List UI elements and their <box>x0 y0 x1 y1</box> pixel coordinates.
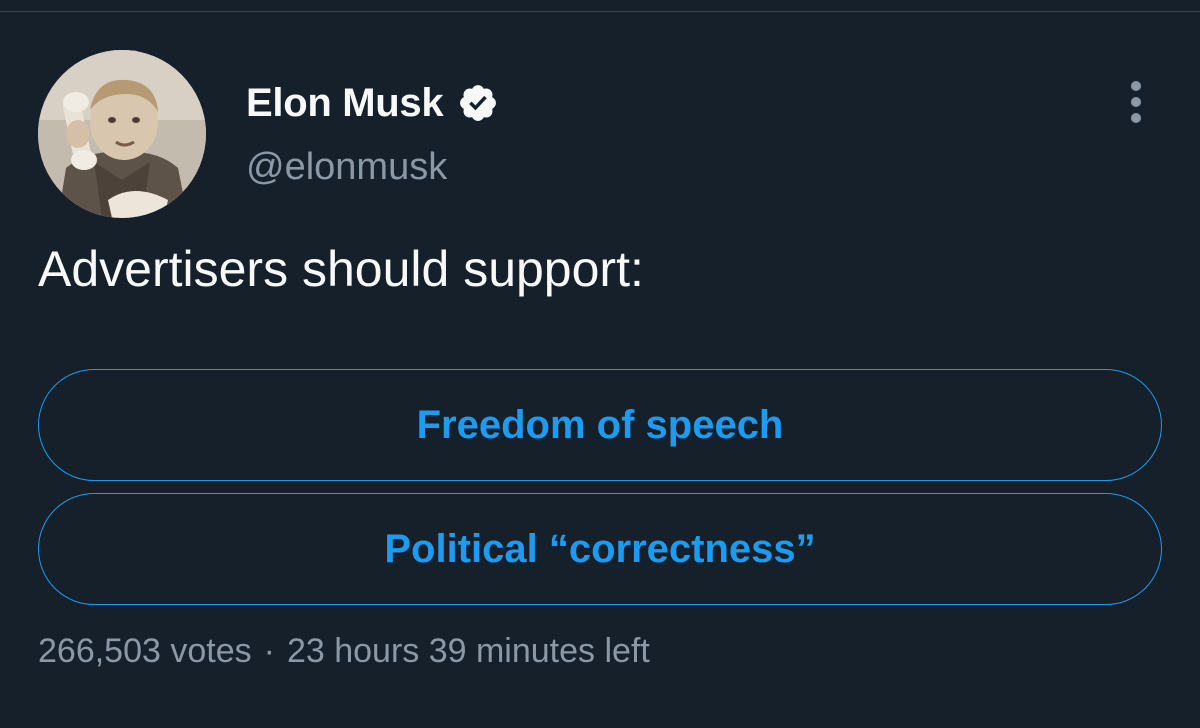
poll-time-left: 23 hours 39 minutes left <box>286 632 650 670</box>
meta-separator: · <box>263 632 275 670</box>
poll-vote-count: 266,503 votes <box>38 632 252 670</box>
top-divider <box>0 11 1200 12</box>
verified-badge-icon <box>457 82 499 124</box>
tweet-text: Advertisers should support: <box>38 241 644 297</box>
author-handle[interactable]: @elonmusk <box>246 146 447 189</box>
tweet-page: Elon Musk @elonmusk Advertisers should s… <box>0 0 1200 728</box>
poll-option-political-correctness[interactable]: Political “correctness” <box>38 493 1162 605</box>
author-display-name[interactable]: Elon Musk <box>246 81 444 126</box>
avatar[interactable] <box>38 50 206 218</box>
poll-meta: 266,503 votes · 23 hours 39 minutes left <box>38 632 650 671</box>
avatar-image <box>38 50 206 218</box>
more-vertical-icon[interactable] <box>1118 76 1154 128</box>
poll: Freedom of speech Political “correctness… <box>38 369 1162 617</box>
author-name-row: Elon Musk <box>246 76 499 130</box>
poll-option-freedom-of-speech[interactable]: Freedom of speech <box>38 369 1162 481</box>
